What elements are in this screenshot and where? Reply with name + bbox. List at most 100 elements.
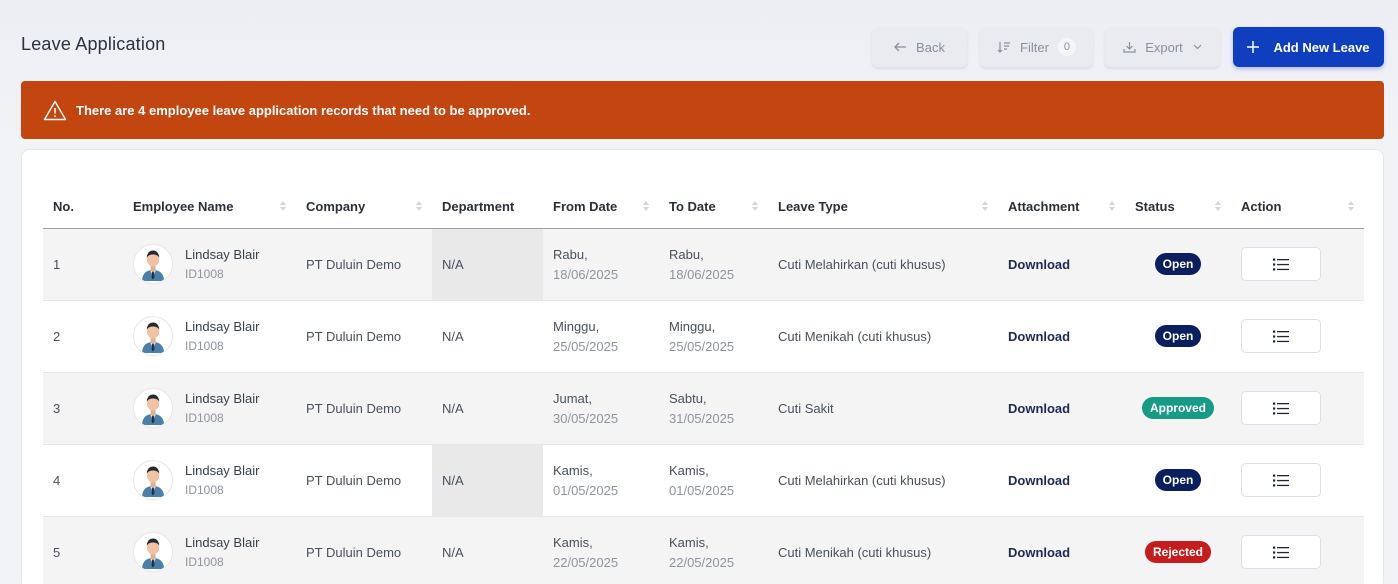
cell-status: Open bbox=[1125, 444, 1231, 517]
filter-button-label: Filter bbox=[1020, 39, 1049, 55]
page-title: Leave Application bbox=[21, 34, 166, 54]
sort-icon bbox=[752, 201, 758, 211]
column-header-company[interactable]: Company bbox=[296, 186, 432, 229]
employee-id: ID1008 bbox=[185, 339, 224, 353]
status-badge: Open bbox=[1154, 469, 1202, 491]
table-row[interactable]: 2 Lindsay Blair ID1008 PT Duluin Demo N/… bbox=[43, 300, 1364, 373]
user-avatar-icon bbox=[133, 460, 173, 500]
cell-status: Open bbox=[1125, 228, 1231, 301]
table-row[interactable]: 5 Lindsay Blair ID1008 PT Duluin Demo N/… bbox=[43, 516, 1364, 584]
list-icon bbox=[1273, 330, 1289, 343]
column-header-status[interactable]: Status bbox=[1125, 186, 1231, 229]
user-avatar-icon bbox=[133, 532, 173, 572]
list-icon bbox=[1273, 402, 1289, 415]
cell-employee: Lindsay Blair ID1008 bbox=[123, 516, 296, 584]
row-action-button[interactable] bbox=[1241, 319, 1321, 353]
download-icon bbox=[1123, 41, 1136, 53]
cell-company: PT Duluin Demo bbox=[296, 372, 432, 445]
cell-status: Rejected bbox=[1125, 516, 1231, 584]
sort-icon bbox=[280, 201, 286, 211]
column-header-employee-name[interactable]: Employee Name bbox=[123, 186, 296, 229]
add-new-leave-button[interactable]: Add New Leave bbox=[1233, 27, 1384, 67]
employee-name: Lindsay Blair bbox=[185, 319, 260, 334]
download-link[interactable]: Download bbox=[1008, 545, 1070, 560]
export-button[interactable]: Export bbox=[1105, 27, 1220, 67]
cell-employee: Lindsay Blair ID1008 bbox=[123, 444, 296, 517]
cell-to-date: Kamis, 01/05/2025 bbox=[659, 444, 768, 517]
cell-action bbox=[1231, 228, 1364, 301]
cell-department: N/A bbox=[432, 444, 543, 517]
column-header-from-date[interactable]: From Date bbox=[543, 186, 659, 229]
cell-action bbox=[1231, 300, 1364, 373]
cell-action bbox=[1231, 516, 1364, 584]
cell-attachment: Download bbox=[998, 228, 1125, 301]
sort-icon bbox=[982, 201, 988, 211]
from-date: 01/05/2025 bbox=[553, 482, 619, 498]
page-header: Leave Application Back Filter 0 Export A… bbox=[0, 0, 1398, 80]
column-header-department[interactable]: Department bbox=[432, 186, 543, 229]
table-row[interactable]: 3 Lindsay Blair ID1008 PT Duluin Demo N/… bbox=[43, 372, 1364, 445]
cell-status: Open bbox=[1125, 300, 1231, 373]
employee-name: Lindsay Blair bbox=[185, 391, 260, 406]
from-date: 22/05/2025 bbox=[553, 554, 619, 570]
table-row[interactable]: 4 Lindsay Blair ID1008 PT Duluin Demo N/… bbox=[43, 444, 1364, 517]
column-header-to-date[interactable]: To Date bbox=[659, 186, 768, 229]
to-day: Kamis, bbox=[669, 534, 709, 550]
column-header-attachment[interactable]: Attachment bbox=[998, 186, 1125, 229]
cell-from-date: Minggu, 25/05/2025 bbox=[543, 300, 659, 373]
from-day: Rabu, bbox=[553, 246, 588, 262]
download-link[interactable]: Download bbox=[1008, 329, 1070, 344]
cell-company: PT Duluin Demo bbox=[296, 228, 432, 301]
user-avatar-icon bbox=[133, 244, 173, 284]
cell-to-date: Rabu, 18/06/2025 bbox=[659, 228, 768, 301]
cell-attachment: Download bbox=[998, 300, 1125, 373]
column-header-no[interactable]: No. bbox=[43, 186, 123, 229]
filter-count-badge: 0 bbox=[1057, 38, 1076, 56]
cell-employee: Lindsay Blair ID1008 bbox=[123, 372, 296, 445]
user-avatar-icon bbox=[133, 316, 173, 356]
to-date: 22/05/2025 bbox=[669, 554, 735, 570]
to-day: Kamis, bbox=[669, 462, 709, 478]
from-date: 25/05/2025 bbox=[553, 338, 619, 354]
employee-name: Lindsay Blair bbox=[185, 535, 260, 550]
filter-button[interactable]: Filter 0 bbox=[980, 27, 1093, 67]
column-header-label: Action bbox=[1241, 199, 1282, 215]
download-link[interactable]: Download bbox=[1008, 257, 1070, 272]
download-link[interactable]: Download bbox=[1008, 473, 1070, 488]
cell-department: N/A bbox=[432, 372, 543, 445]
to-date: 31/05/2025 bbox=[669, 410, 735, 426]
employee-info: Lindsay Blair ID1008 bbox=[133, 316, 296, 356]
column-header-leave-type[interactable]: Leave Type bbox=[768, 186, 998, 229]
cell-attachment: Download bbox=[998, 372, 1125, 445]
to-date: 18/06/2025 bbox=[669, 266, 735, 282]
cell-no: 2 bbox=[43, 300, 123, 373]
plus-icon bbox=[1247, 41, 1260, 53]
employee-name: Lindsay Blair bbox=[185, 463, 260, 478]
cell-from-date: Jumat, 30/05/2025 bbox=[543, 372, 659, 445]
warning-triangle-icon bbox=[43, 100, 67, 121]
cell-from-date: Kamis, 01/05/2025 bbox=[543, 444, 659, 517]
column-header-label: Status bbox=[1135, 199, 1175, 215]
column-header-label: From Date bbox=[553, 199, 618, 215]
employee-info: Lindsay Blair ID1008 bbox=[133, 532, 296, 572]
to-day: Rabu, bbox=[669, 246, 704, 262]
row-action-button[interactable] bbox=[1241, 247, 1321, 281]
row-action-button[interactable] bbox=[1241, 535, 1321, 569]
row-action-button[interactable] bbox=[1241, 391, 1321, 425]
column-header-action[interactable]: Action bbox=[1231, 186, 1364, 229]
cell-from-date: Rabu, 18/06/2025 bbox=[543, 228, 659, 301]
sort-icon bbox=[1348, 201, 1354, 211]
filter-icon bbox=[997, 41, 1011, 53]
row-action-button[interactable] bbox=[1241, 463, 1321, 497]
back-button[interactable]: Back bbox=[872, 27, 967, 67]
cell-leave-type: Cuti Melahirkan (cuti khusus) bbox=[768, 444, 998, 517]
cell-department: N/A bbox=[432, 228, 543, 301]
table-row[interactable]: 1 Lindsay Blair ID1008 PT Duluin Demo N/… bbox=[43, 228, 1364, 301]
from-day: Minggu, bbox=[553, 318, 600, 334]
from-day: Kamis, bbox=[553, 534, 593, 550]
cell-company: PT Duluin Demo bbox=[296, 444, 432, 517]
employee-info: Lindsay Blair ID1008 bbox=[133, 460, 296, 500]
download-link[interactable]: Download bbox=[1008, 401, 1070, 416]
cell-no: 1 bbox=[43, 228, 123, 301]
column-header-label: Company bbox=[306, 199, 366, 215]
